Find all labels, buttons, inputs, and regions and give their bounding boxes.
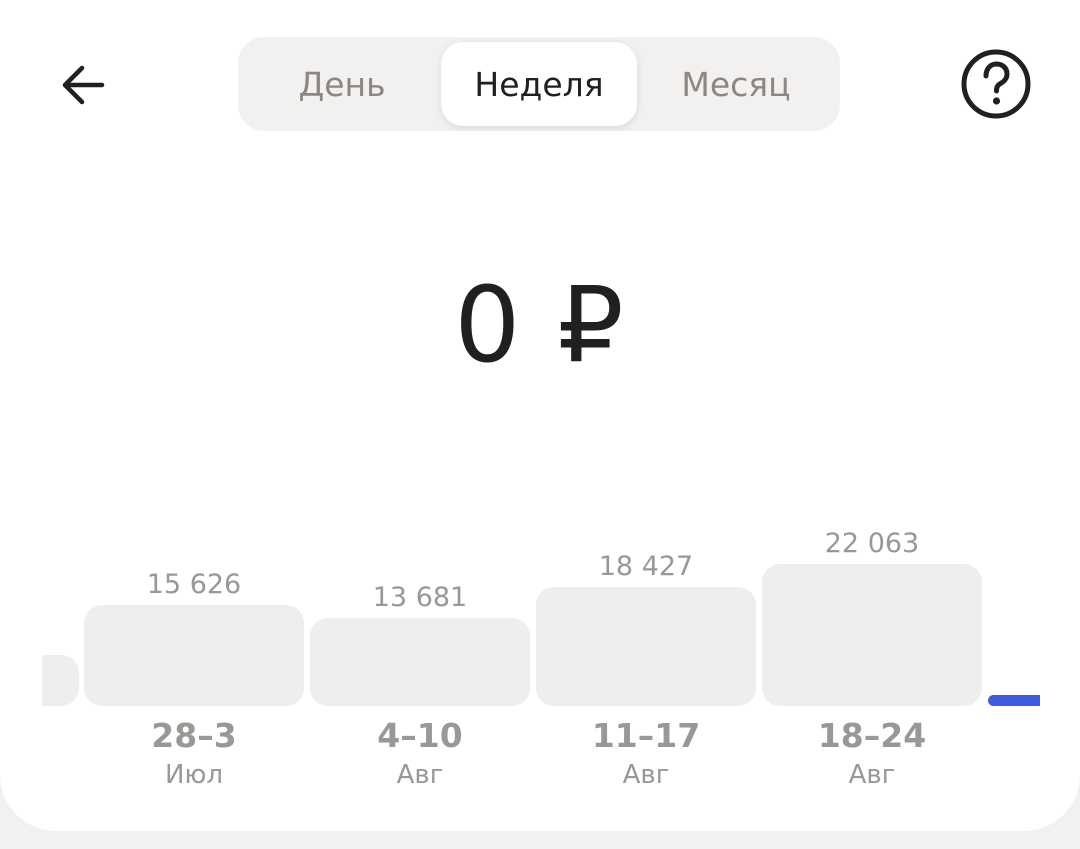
bar-date-range: 11–17 bbox=[591, 716, 701, 755]
chart-bar[interactable] bbox=[84, 605, 304, 706]
period-selector: День Неделя Месяц bbox=[238, 37, 840, 131]
weekly-earnings-chart: 15 626 28–3 Июл 13 681 4–10 Авг 18 427 11–17 Авг… bbox=[0, 480, 1080, 810]
back-button[interactable] bbox=[50, 52, 116, 118]
tab-day[interactable]: День bbox=[244, 42, 440, 126]
bar-value-label: 13 681 bbox=[372, 582, 468, 613]
bar-previous-partial[interactable] bbox=[42, 655, 79, 706]
bar-month-label: Авг bbox=[848, 760, 896, 790]
bar-date-range: 4–10 bbox=[377, 716, 463, 755]
earnings-card: День Неделя Месяц 0 ₽ 15 626 28–3 Июл 13 68… bbox=[0, 0, 1080, 831]
tab-week[interactable]: Неделя bbox=[441, 42, 637, 126]
help-button[interactable] bbox=[958, 46, 1034, 122]
bar-value-label: 22 063 bbox=[824, 528, 920, 559]
bar-month-label: Июл bbox=[165, 760, 223, 790]
bar-date-range: 28–3 bbox=[151, 716, 237, 755]
chart-bar[interactable] bbox=[762, 564, 982, 706]
question-circle-icon bbox=[961, 49, 1031, 119]
chart-bar[interactable] bbox=[310, 618, 530, 706]
bar-value-label: 18 427 bbox=[598, 551, 694, 582]
arrow-left-icon bbox=[62, 65, 105, 105]
bar-date-range: 18–24 bbox=[817, 716, 927, 755]
bar-month-label: Авг bbox=[622, 760, 670, 790]
chart-bar[interactable] bbox=[536, 587, 756, 706]
total-amount: 0 ₽ bbox=[454, 264, 626, 386]
current-week-indicator[interactable] bbox=[988, 695, 1040, 706]
tab-month[interactable]: Месяц bbox=[638, 42, 834, 126]
bar-value-label: 15 626 bbox=[146, 569, 242, 600]
bar-month-label: Авг bbox=[396, 760, 444, 790]
